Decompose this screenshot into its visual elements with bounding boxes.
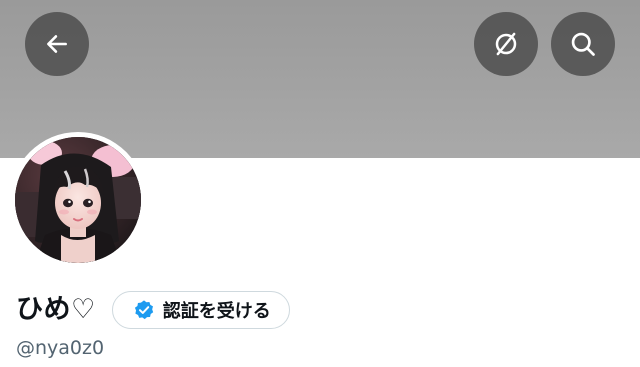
profile-photo (15, 137, 141, 263)
display-name: ひめ♡ (16, 294, 96, 325)
translate-button[interactable] (474, 12, 538, 76)
name-row: ひめ♡ 認証を受ける (16, 290, 290, 330)
verified-badge-icon (134, 300, 153, 320)
user-handle: @nya0z0 (16, 337, 105, 359)
arrow-left-icon (47, 35, 67, 53)
avatar[interactable] (10, 132, 146, 268)
translate-off-icon (495, 32, 517, 56)
back-button[interactable] (25, 12, 89, 76)
profile-page: ひめ♡ 認証を受ける @nya0z0 (0, 0, 640, 367)
get-verified-button[interactable]: 認証を受ける (111, 291, 290, 329)
get-verified-label: 認証を受ける (162, 301, 271, 322)
search-button[interactable] (551, 12, 615, 76)
search-icon (571, 32, 595, 56)
